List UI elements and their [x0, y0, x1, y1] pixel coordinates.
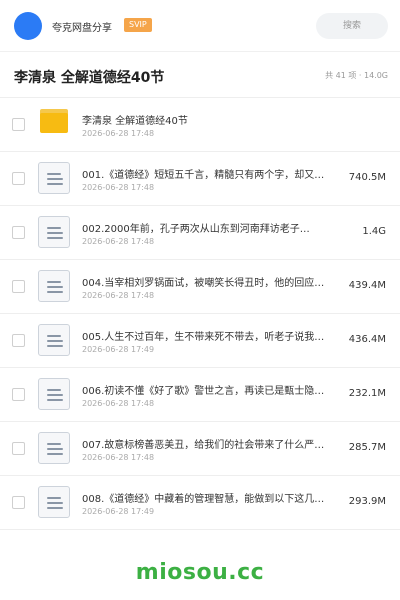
search-input[interactable]: 搜索 [316, 13, 388, 39]
file-name: 002.2000年前，孔子两次从山东到河南拜访老子… [82, 224, 310, 235]
list-item[interactable]: 005.人生不过百年，生不带来死不带去，听老子说我… 2026-06-28 17… [0, 314, 400, 368]
document-icon [38, 432, 70, 464]
list-item[interactable]: 002.2000年前，孔子两次从山东到河南拜访老子… 2026-06-28 17… [0, 206, 400, 260]
folder-header: 李清泉 全解道德经40节 共 41 项 · 14.0G [0, 52, 400, 98]
file-list: 李清泉 全解道德经40节 2026-06-28 17:48 001.《道德经》短… [0, 98, 400, 530]
checkbox[interactable] [12, 226, 25, 239]
file-name: 007.故意标榜善恶美丑，给我们的社会带来了什么严… [82, 440, 325, 451]
page-title: 李清泉 全解道德经40节 [14, 70, 165, 86]
file-size: 439.4M [348, 280, 386, 291]
top-bar: 夸克网盘分享 SVIP 搜索 [0, 0, 400, 52]
file-date: 2026-06-28 17:48 [82, 237, 155, 246]
list-item[interactable]: 008.《道德经》中藏着的管理智慧，能做到以下这几… 2026-06-28 17… [0, 476, 400, 530]
avatar[interactable] [14, 12, 42, 40]
file-date: 2026-06-28 17:49 [82, 507, 155, 516]
file-date: 2026-06-28 17:49 [82, 345, 155, 354]
file-date: 2026-06-28 17:48 [82, 183, 155, 192]
folder-icon [40, 109, 68, 133]
file-size: 436.4M [348, 334, 386, 345]
file-date: 2026-06-28 17:48 [82, 399, 155, 408]
file-size: 293.9M [348, 496, 386, 507]
list-item[interactable]: 004.当宰相刘罗锅面试，被嘲笑长得丑时，他的回应… 2026-06-28 17… [0, 260, 400, 314]
list-item[interactable]: 李清泉 全解道德经40节 2026-06-28 17:48 [0, 98, 400, 152]
username: 夸克网盘分享 [52, 23, 112, 34]
file-size: 1.4G [362, 226, 386, 237]
file-name: 004.当宰相刘罗锅面试，被嘲笑长得丑时，他的回应… [82, 278, 325, 289]
file-size: 232.1M [348, 388, 386, 399]
list-item[interactable]: 007.故意标榜善恶美丑，给我们的社会带来了什么严… 2026-06-28 17… [0, 422, 400, 476]
file-name: 005.人生不过百年，生不带来死不带去，听老子说我… [82, 332, 325, 343]
document-icon [38, 378, 70, 410]
checkbox[interactable] [12, 388, 25, 401]
file-name: 001.《道德经》短短五千言，精髓只有两个字，却又… [82, 170, 325, 181]
checkbox[interactable] [12, 118, 25, 131]
file-stats: 共 41 项 · 14.0G [325, 71, 388, 80]
document-icon [38, 162, 70, 194]
file-size: 285.7M [348, 442, 386, 453]
checkbox[interactable] [12, 172, 25, 185]
checkbox[interactable] [12, 442, 25, 455]
file-date: 2026-06-28 17:48 [82, 453, 155, 462]
document-icon [38, 486, 70, 518]
checkbox[interactable] [12, 280, 25, 293]
file-date: 2026-06-28 17:48 [82, 129, 155, 138]
file-name: 008.《道德经》中藏着的管理智慧，能做到以下这几… [82, 494, 325, 505]
list-item[interactable]: 006.初读不懂《好了歌》警世之言，再读已是甄士隐… 2026-06-28 17… [0, 368, 400, 422]
checkbox[interactable] [12, 496, 25, 509]
checkbox[interactable] [12, 334, 25, 347]
file-name: 李清泉 全解道德经40节 [82, 116, 188, 127]
document-icon [38, 216, 70, 248]
file-size: 740.5M [348, 172, 386, 183]
document-icon [38, 324, 70, 356]
footer-watermark: miosou.cc [135, 560, 265, 585]
svip-badge: SVIP [124, 18, 152, 32]
file-date: 2026-06-28 17:48 [82, 291, 155, 300]
file-name: 006.初读不懂《好了歌》警世之言，再读已是甄士隐… [82, 386, 325, 397]
list-item[interactable]: 001.《道德经》短短五千言，精髓只有两个字，却又… 2026-06-28 17… [0, 152, 400, 206]
document-icon [38, 270, 70, 302]
